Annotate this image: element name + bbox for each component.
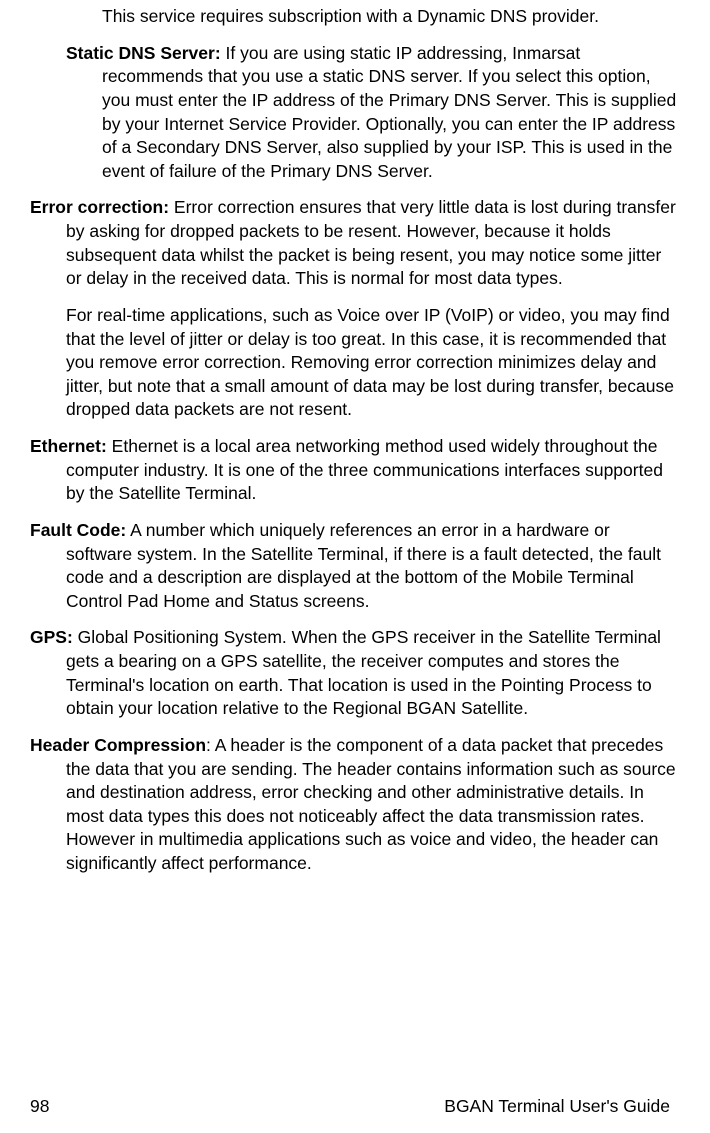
header-compression-entry: Header Compression: A header is the comp…: [30, 734, 680, 876]
gps-text: Global Positioning System. When the GPS …: [66, 627, 661, 718]
fault-code-entry: Fault Code: A number which uniquely refe…: [30, 519, 680, 614]
error-correction-entry: Error correction: Error correction ensur…: [30, 196, 680, 291]
header-compression-text: : A header is the component of a data pa…: [66, 735, 676, 873]
gps-term: GPS:: [30, 627, 73, 647]
ethernet-entry: Ethernet: Ethernet is a local area netwo…: [30, 435, 680, 506]
fault-code-text: A number which uniquely references an er…: [66, 520, 661, 611]
fault-code-term: Fault Code:: [30, 520, 126, 540]
header-compression-term: Header Compression: [30, 735, 206, 755]
ethernet-term: Ethernet:: [30, 436, 107, 456]
static-dns-text: If you are using static IP addressing, I…: [102, 43, 676, 181]
static-dns-term: Static DNS Server:: [66, 43, 221, 63]
error-correction-para2: For real-time applications, such as Voic…: [30, 304, 680, 422]
document-title: BGAN Terminal User's Guide: [444, 1095, 680, 1119]
page-number: 98: [30, 1095, 49, 1119]
intro-paragraph: This service requires subscription with …: [30, 5, 680, 29]
error-correction-term: Error correction:: [30, 197, 169, 217]
ethernet-text: Ethernet is a local area networking meth…: [66, 436, 663, 503]
static-dns-entry: Static DNS Server: If you are using stat…: [30, 42, 680, 184]
gps-entry: GPS: Global Positioning System. When the…: [30, 626, 680, 721]
page-footer: 98 BGAN Terminal User's Guide: [0, 1095, 710, 1119]
page-content: This service requires subscription with …: [30, 0, 680, 876]
